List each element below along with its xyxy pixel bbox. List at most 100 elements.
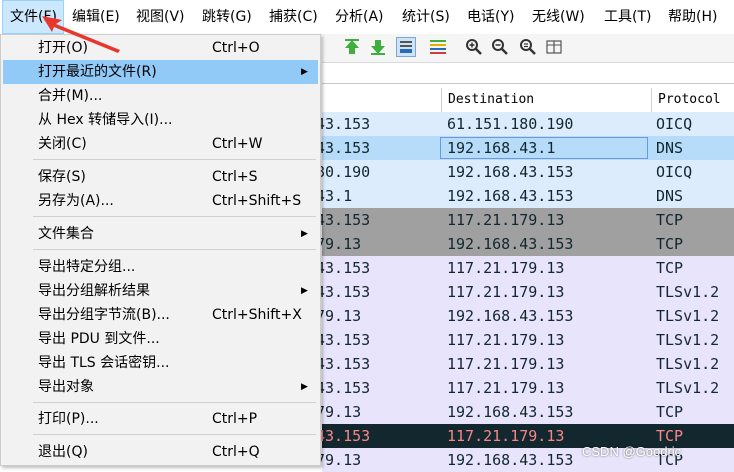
packet-row[interactable]: 43.1 192.168.43.153 DNS xyxy=(316,184,734,208)
cell-destination: 61.151.180.190 xyxy=(447,115,574,133)
zoom-in-icon[interactable] xyxy=(464,37,484,57)
menu-item-save[interactable]: 保存(S) Ctrl+S xyxy=(3,165,318,189)
go-last-icon[interactable] xyxy=(368,37,388,57)
cell-destination: 192.168.43.153 xyxy=(447,163,574,181)
cell-destination: 117.21.179.13 xyxy=(447,283,565,301)
menu-item-save-as[interactable]: 另存为(A)... Ctrl+Shift+S xyxy=(3,189,318,213)
menu-analyze[interactable]: 分析(A) xyxy=(335,0,384,34)
cell-source: 80.190 xyxy=(316,163,371,181)
menu-go[interactable]: 跳转(G) xyxy=(202,0,252,34)
packet-row[interactable]: 43.153 117.21.179.13 TLSv1.2 xyxy=(316,352,734,376)
menu-telephony[interactable]: 电话(Y) xyxy=(467,0,514,34)
packet-row[interactable]: 43.153 117.21.179.13 TLSv1.2 xyxy=(316,376,734,400)
menu-item-export-pdu[interactable]: 导出 PDU 到文件... xyxy=(3,327,318,351)
menu-item-import-hex[interactable]: 从 Hex 转储导入(I)... xyxy=(3,108,318,132)
cell-destination: 117.21.179.13 xyxy=(447,331,565,349)
packet-row[interactable]: 79.13 192.168.43.153 TLSv1.2 xyxy=(316,304,734,328)
menu-item-label: 导出特定分组... xyxy=(38,259,136,275)
menu-wireless[interactable]: 无线(W) xyxy=(532,0,585,34)
cell-destination: 192.168.43.153 xyxy=(447,187,574,205)
cell-source: 43.153 xyxy=(316,211,371,229)
cell-source: 79.13 xyxy=(316,403,362,421)
menu-item-export-specified[interactable]: 导出特定分组... xyxy=(3,255,318,279)
cell-source: 43.153 xyxy=(316,259,371,277)
packet-row[interactable]: 79.13 192.168.43.153 TCP xyxy=(316,232,734,256)
packet-row[interactable]: 43.153 117.21.179.13 TCP xyxy=(316,208,734,232)
submenu-arrow-icon: ▶ xyxy=(301,67,308,77)
packet-row[interactable]: 80.190 192.168.43.153 OICQ xyxy=(316,160,734,184)
menu-separator xyxy=(33,249,316,250)
cell-protocol: TCP xyxy=(656,259,684,277)
packet-row[interactable]: 79.13 192.168.43.153 TCP xyxy=(316,400,734,424)
zoom-reset-icon[interactable] xyxy=(518,37,538,57)
menu-item-label: 导出 TLS 会话密钥... xyxy=(38,355,170,371)
cell-source: 43.153 xyxy=(316,283,371,301)
menu-item-export-objects[interactable]: 导出对象 ▶ xyxy=(3,375,318,399)
cell-protocol: TLSv1.2 xyxy=(656,379,720,397)
menu-item-label: 从 Hex 转储导入(I)... xyxy=(38,112,173,128)
red-pointer-arrow-icon xyxy=(42,16,120,53)
submenu-arrow-icon: ▶ xyxy=(301,229,308,239)
menu-item-merge[interactable]: 合并(M)... xyxy=(3,84,318,108)
menu-item-label: 导出对象 xyxy=(38,379,94,395)
packet-list: 43.153 61.151.180.190 OICQ 43.153 192.168.43… xyxy=(316,112,734,472)
display-filter-bar[interactable] xyxy=(322,63,734,84)
menu-tools[interactable]: 工具(T) xyxy=(604,0,651,34)
menu-item-close[interactable]: 关闭(C) Ctrl+W xyxy=(3,132,318,156)
menu-separator xyxy=(33,434,316,435)
cell-destination: 117.21.179.13 xyxy=(447,259,565,277)
menu-item-quit[interactable]: 退出(Q) Ctrl+Q xyxy=(3,440,318,464)
cell-focus-outline xyxy=(440,137,648,159)
cell-destination: 117.21.179.13 xyxy=(447,427,565,445)
main-toolbar xyxy=(322,34,734,63)
menu-item-file-set[interactable]: 文件集合 ▶ xyxy=(3,222,318,246)
packet-row[interactable]: 43.153 117.21.179.13 TCP xyxy=(316,256,734,280)
resize-columns-icon[interactable] xyxy=(544,37,564,57)
menu-view[interactable]: 视图(V) xyxy=(136,0,185,34)
menu-item-print[interactable]: 打印(P)... Ctrl+P xyxy=(3,407,318,431)
menu-item-export-bytes[interactable]: 导出分组字节流(B)... Ctrl+Shift+X xyxy=(3,303,318,327)
file-menu-dropdown: 打开(O) Ctrl+O 打开最近的文件(R) ▶ 合并(M)... 从 Hex… xyxy=(0,34,321,466)
packet-row[interactable]: 43.153 192.168.43.1 DNS xyxy=(316,136,734,160)
cell-protocol: DNS xyxy=(656,187,684,205)
menu-item-label: 导出 PDU 到文件... xyxy=(38,331,160,347)
cell-source: 79.13 xyxy=(316,307,362,325)
packet-list-header: Destination Protocol xyxy=(322,88,734,113)
packet-row[interactable]: 43.153 117.21.179.13 TLSv1.2 xyxy=(316,280,734,304)
shortcut-label: Ctrl+Shift+X xyxy=(212,307,302,323)
cell-protocol: TCP xyxy=(656,235,684,253)
packet-row[interactable]: 43.153 117.21.179.13 TLSv1.2 xyxy=(316,328,734,352)
menu-separator xyxy=(33,216,316,217)
column-destination[interactable]: Destination xyxy=(441,88,653,112)
cell-destination: 192.168.43.153 xyxy=(447,235,574,253)
menu-item-label: 导出分组字节流(B)... xyxy=(38,307,170,323)
menu-statistics[interactable]: 统计(S) xyxy=(402,0,450,34)
cell-source: 79.13 xyxy=(316,235,362,253)
menu-item-open-recent[interactable]: 打开最近的文件(R) ▶ xyxy=(3,60,318,84)
autoscroll-icon[interactable] xyxy=(396,37,416,57)
column-protocol[interactable]: Protocol xyxy=(651,88,734,112)
shortcut-label: Ctrl+W xyxy=(212,136,263,152)
menu-item-label: 关闭(C) xyxy=(38,136,87,152)
cell-protocol: TCP xyxy=(656,211,684,229)
menu-item-export-tls-keys[interactable]: 导出 TLS 会话密钥... xyxy=(3,351,318,375)
menu-item-label: 打印(P)... xyxy=(38,411,99,427)
cell-destination: 117.21.179.13 xyxy=(447,211,565,229)
cell-source: 43.153 xyxy=(316,355,371,373)
menu-item-label: 导出分组解析结果 xyxy=(38,283,150,299)
menu-item-label: 打开最近的文件(R) xyxy=(38,64,157,80)
menu-item-export-dissections[interactable]: 导出分组解析结果 ▶ xyxy=(3,279,318,303)
shortcut-label: Ctrl+O xyxy=(212,40,260,56)
menu-item-label: 保存(S) xyxy=(38,169,86,185)
cell-source: 79.13 xyxy=(316,451,362,469)
packet-row[interactable]: 43.153 61.151.180.190 OICQ xyxy=(316,112,734,136)
menu-item-label: 文件集合 xyxy=(38,226,94,242)
zoom-out-icon[interactable] xyxy=(490,37,510,57)
shortcut-label: Ctrl+Shift+S xyxy=(212,193,302,209)
cell-destination: 117.21.179.13 xyxy=(447,379,565,397)
go-first-icon[interactable] xyxy=(342,37,362,57)
cell-source: 43.153 xyxy=(316,427,371,445)
colorize-icon[interactable] xyxy=(428,37,448,57)
menu-help[interactable]: 帮助(H) xyxy=(668,0,717,34)
menu-capture[interactable]: 捕获(C) xyxy=(269,0,318,34)
